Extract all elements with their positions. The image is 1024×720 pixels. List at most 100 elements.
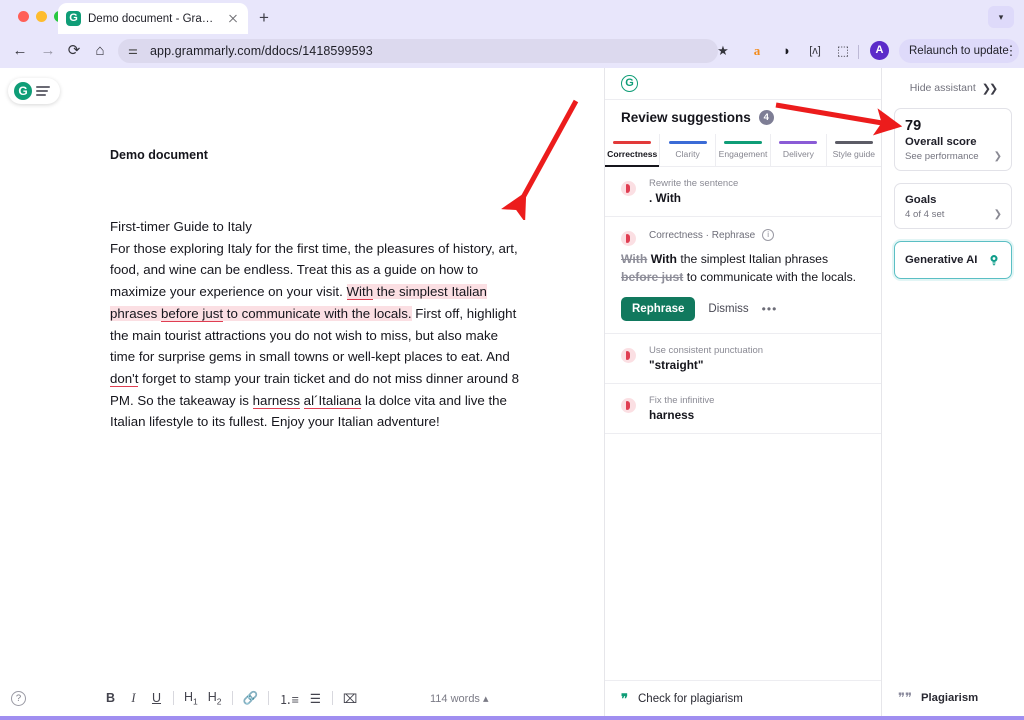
- heading-1-button[interactable]: H1: [184, 690, 198, 707]
- tab-label-engagement: Engagement: [718, 148, 768, 159]
- plagiarism-label: Plagiarism: [921, 692, 979, 704]
- doc-line-6-b: forget to stamp your: [138, 370, 261, 386]
- extensions-puzzle-icon[interactable]: ⬚: [832, 40, 854, 62]
- generative-ai-label: Generative AI: [905, 254, 978, 266]
- quote-icon: ❞: [621, 690, 628, 706]
- tab-bar-style-guide-icon: [834, 141, 873, 144]
- minimize-window-button[interactable]: [36, 11, 47, 22]
- suggestion-card[interactable]: Use consistent punctuation "straight": [605, 334, 881, 384]
- tab-strip: G Demo document - Grammarly + ▾: [0, 0, 1024, 34]
- chevron-right-icon: ❯: [993, 151, 1002, 162]
- suggestion-preview-text: With With the simplest Italian phrases b…: [621, 250, 865, 286]
- toolbar-divider: [858, 45, 859, 59]
- back-arrow-icon[interactable]: ←: [10, 41, 30, 61]
- site-settings-icon[interactable]: ⚌: [128, 44, 142, 58]
- browser-menu-icon[interactable]: ⋮: [1004, 41, 1018, 61]
- suggestion-text: . With: [649, 191, 681, 205]
- link-icon[interactable]: 🔗: [243, 691, 259, 706]
- browser-toolbar: ← → ⟳ ⌂ ⚌ app.grammarly.com/ddocs/141859…: [0, 34, 1024, 68]
- error-al-italiana[interactable]: al´Italiana: [303, 392, 362, 409]
- document-text[interactable]: First-timer Guide to Italy For those exp…: [110, 216, 520, 433]
- chevron-down-icon[interactable]: ▾: [988, 6, 1014, 28]
- bracket-icon[interactable]: [ʌ]: [804, 40, 826, 62]
- score-value: 79: [905, 118, 922, 134]
- forward-arrow-icon[interactable]: →: [38, 41, 58, 61]
- suggestion-category: Rewrite the sentence: [649, 178, 739, 189]
- droplet-icon[interactable]: ◗: [776, 40, 798, 62]
- quote-icon: ❞❞: [898, 690, 912, 705]
- toolbar-divider-3: [268, 691, 270, 705]
- plagiarism-button[interactable]: ❞❞ Plagiarism: [882, 680, 1024, 716]
- doc-line-3-plain: your experience on your visit.: [169, 284, 347, 300]
- removed-text: With: [621, 252, 648, 266]
- reload-icon[interactable]: ⟳: [64, 41, 84, 61]
- see-performance-link[interactable]: See performance: [905, 151, 1001, 162]
- correctness-dot-icon: [621, 181, 636, 196]
- overall-score-card[interactable]: 79 Overall score See performance ❯: [894, 108, 1012, 171]
- word-count[interactable]: 114 words ▴: [430, 692, 489, 705]
- check-plagiarism-bar[interactable]: ❞ Check for plagiarism: [605, 680, 881, 716]
- card-actions: Rephrase Dismiss •••: [621, 297, 865, 321]
- error-before-just[interactable]: before just: [161, 305, 224, 322]
- clear-format-icon[interactable]: ⌧: [343, 691, 357, 706]
- list-ordered-icon[interactable]: ⒈≡: [279, 689, 299, 708]
- rephrase-button[interactable]: Rephrase: [621, 297, 696, 321]
- tab-label-clarity: Clarity: [675, 148, 700, 159]
- suggestion-card-expanded[interactable]: Correctness · Rephrase i With With the s…: [605, 217, 881, 334]
- grammarly-doc-menu[interactable]: G: [8, 78, 60, 104]
- suggestions-pane: G Review suggestions 4 Correctness Clari…: [604, 68, 882, 720]
- tab-label-correctness: Correctness: [607, 148, 658, 159]
- dismiss-button[interactable]: Dismiss: [708, 303, 748, 315]
- suggestion-text: harness: [649, 408, 695, 422]
- toolbar-divider-4: [331, 691, 333, 705]
- browser-chrome: G Demo document - Grammarly + ▾ ← → ⟳ ⌂ …: [0, 0, 1024, 68]
- generative-ai-card[interactable]: Generative AI: [894, 241, 1012, 279]
- relaunch-to-update-button[interactable]: Relaunch to update: [899, 39, 1019, 63]
- new-tab-button[interactable]: +: [255, 9, 273, 27]
- suggestion-category: Fix the infinitive: [649, 395, 715, 406]
- underline-button[interactable]: U: [150, 691, 163, 705]
- bold-button[interactable]: B: [104, 691, 117, 705]
- check-plagiarism-label: Check for plagiarism: [638, 692, 743, 705]
- score-label: Overall score: [905, 136, 977, 148]
- tab-correctness[interactable]: Correctness: [605, 134, 661, 167]
- tab-title: Demo document - Grammarly: [88, 12, 219, 25]
- tab-delivery[interactable]: Delivery: [771, 134, 827, 166]
- bookmark-star-icon[interactable]: ★: [712, 40, 734, 62]
- tab-clarity[interactable]: Clarity: [660, 134, 716, 166]
- error-dont[interactable]: don't: [110, 370, 139, 387]
- italic-button[interactable]: I: [127, 691, 140, 706]
- hide-assistant-button[interactable]: Hide assistant ❯❯: [882, 68, 1024, 108]
- avatar[interactable]: A: [870, 41, 889, 60]
- tab-style-guide[interactable]: Style guide: [827, 134, 881, 166]
- amazon-icon[interactable]: a: [746, 40, 768, 62]
- editor-toolbar: ? B I U H1 H2 🔗 ⒈≡ ☰ ⌧ 114 words ▴: [0, 680, 604, 716]
- tab-engagement[interactable]: Engagement: [716, 134, 772, 166]
- home-icon[interactable]: ⌂: [90, 41, 110, 61]
- suggestion-card[interactable]: Rewrite the sentence . With: [605, 167, 881, 217]
- address-bar[interactable]: ⚌ app.grammarly.com/ddocs/1418599593: [118, 39, 718, 63]
- goals-sub: 4 of 4 set: [905, 209, 945, 220]
- info-icon[interactable]: i: [762, 229, 775, 241]
- suggestions-title: Review suggestions: [621, 109, 751, 125]
- hide-assistant-label: Hide assistant: [909, 82, 976, 94]
- browser-tab[interactable]: G Demo document - Grammarly: [58, 3, 248, 34]
- grammarly-logo-icon: G: [14, 82, 32, 100]
- assistant-pane: Hide assistant ❯❯ 79 Overall score See p…: [882, 68, 1024, 720]
- preview-tail: to communicate with the locals.: [683, 270, 857, 284]
- error-with[interactable]: With: [346, 284, 374, 301]
- list-bullet-icon[interactable]: ☰: [309, 691, 322, 706]
- page-title: Demo document: [110, 148, 208, 162]
- doc-heading: First-timer Guide to Italy: [110, 219, 252, 234]
- menu-hamburger-icon[interactable]: [36, 86, 51, 96]
- close-tab-icon[interactable]: [226, 12, 240, 26]
- close-window-button[interactable]: [18, 11, 29, 22]
- correctness-dot-icon: [621, 348, 636, 363]
- heading-2-button[interactable]: H2: [208, 690, 222, 707]
- goals-card[interactable]: Goals 4 of 4 set ❯: [894, 183, 1012, 229]
- suggestion-card[interactable]: Fix the infinitive harness: [605, 384, 881, 434]
- error-harness[interactable]: harness: [252, 392, 300, 409]
- help-icon[interactable]: ?: [11, 690, 26, 706]
- more-options-icon[interactable]: •••: [762, 302, 778, 316]
- url-text: app.grammarly.com/ddocs/1418599593: [150, 44, 373, 58]
